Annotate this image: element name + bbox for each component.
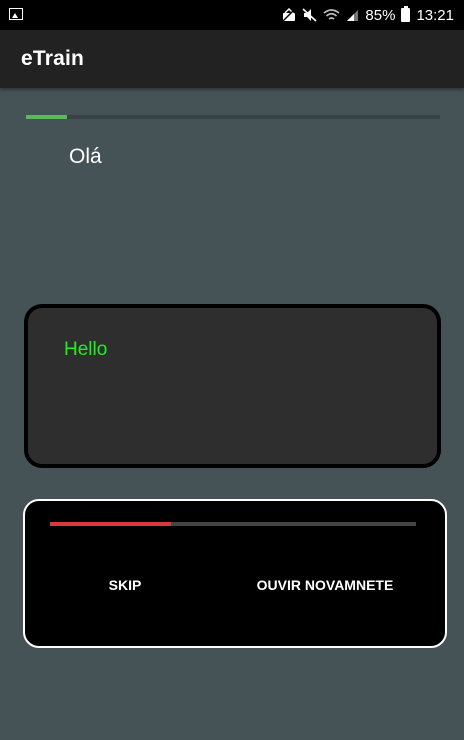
battery-icon (401, 6, 411, 22)
answer-text: Hello (64, 339, 108, 360)
skip-button[interactable]: SKIP (85, 569, 165, 601)
signal-icon (347, 10, 359, 21)
audio-panel: SKIP OUVIR NOVAMNETE (23, 499, 447, 648)
status-bar: 85% 13:21 (0, 0, 464, 30)
app-bar: eTrain (0, 30, 464, 88)
audio-progress-bar[interactable] (50, 522, 416, 526)
audio-progress-fill (50, 522, 171, 526)
battery-percent: 85% (365, 6, 396, 24)
gallery-icon (9, 8, 23, 20)
lesson-progress-fill (26, 115, 68, 119)
status-icons: 85% 13:21 (282, 0, 454, 30)
app-title: eTrain (21, 47, 85, 70)
prompt-word: Olá (69, 145, 102, 168)
mute-icon (302, 8, 317, 22)
wifi-icon (323, 9, 340, 20)
answer-card: Hello (24, 304, 441, 468)
clock: 13:21 (416, 6, 454, 24)
alarm-icon (282, 8, 296, 22)
listen-again-button[interactable]: OUVIR NOVAMNETE (225, 569, 425, 601)
lesson-progress-bar (26, 115, 440, 119)
